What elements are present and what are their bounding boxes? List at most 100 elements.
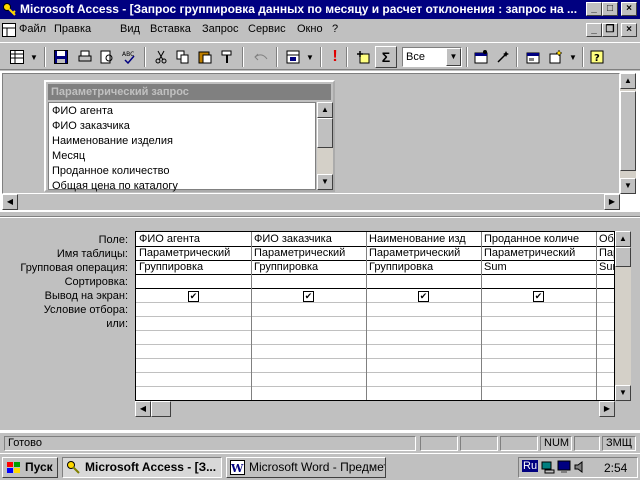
query-type-button[interactable] [282,46,304,68]
new-object-button[interactable] [545,46,567,68]
table-pane-horizontal-scrollbar[interactable]: ◀ ▶ [2,194,620,210]
status-lang: ЗМЩ [602,436,636,451]
menu-insert[interactable]: Вставка [150,23,191,35]
show-table-button[interactable] [352,46,374,68]
language-indicator[interactable]: Ru [522,460,539,472]
new-object-dropdown-arrow[interactable]: ▼ [567,46,579,68]
totals-button[interactable]: Σ [375,46,397,68]
design-grid[interactable]: ФИО агента Параметрический Группировка ✔… [135,231,615,401]
scroll-up-arrow[interactable]: ▲ [317,102,333,118]
field-list-scrollbar[interactable]: ▲ ▼ [317,102,333,190]
scroll-thumb[interactable] [151,401,171,417]
grid-cell-table[interactable]: Параметрический [367,247,480,259]
copy-button[interactable] [172,46,194,68]
grid-cell-table[interactable]: Пар [597,247,614,259]
grid-cell-total[interactable]: Группировка [252,261,365,273]
grid-cell-field[interactable]: ФИО агента [137,233,250,245]
properties-button[interactable] [470,46,492,68]
grid-cell-field[interactable]: Проданное количе [482,233,595,245]
toolbar-separator [582,47,584,67]
clock: 2:54 [604,461,628,475]
scroll-thumb[interactable] [620,91,636,171]
builder-button[interactable] [492,46,514,68]
show-checkbox[interactable]: ✔ [533,291,544,302]
scroll-thumb[interactable] [317,118,333,148]
show-checkbox[interactable]: ✔ [188,291,199,302]
list-item[interactable]: Наименование изделия [52,135,173,147]
view-button[interactable] [6,46,28,68]
cut-button[interactable] [150,46,172,68]
help-button[interactable]: ? [586,46,608,68]
scroll-left-arrow[interactable]: ◀ [2,194,18,210]
doc-minimize-button[interactable]: _ [586,23,602,37]
scroll-left-arrow[interactable]: ◀ [135,401,151,417]
grid-cell-field[interactable]: ФИО заказчика [252,233,365,245]
volume-icon[interactable] [573,460,587,474]
menu-view[interactable]: Вид [120,23,140,35]
pane-splitter[interactable] [0,211,640,217]
menu-help[interactable]: ? [332,23,338,35]
query-document-icon[interactable] [2,23,16,37]
scroll-down-arrow[interactable]: ▼ [620,178,636,194]
field-list-window[interactable]: Параметрический запрос ФИО агента ФИО за… [44,80,335,192]
list-item[interactable]: ФИО заказчика [52,120,130,132]
run-button[interactable]: ! [324,46,346,68]
scroll-down-arrow[interactable]: ▼ [615,385,631,401]
scroll-up-arrow[interactable]: ▲ [620,73,636,89]
menu-tools[interactable]: Сервис [248,23,286,35]
close-button[interactable]: × [621,2,637,16]
menu-window[interactable]: Окно [297,23,323,35]
scroll-thumb[interactable] [615,247,631,267]
show-checkbox[interactable]: ✔ [418,291,429,302]
grid-vertical-scrollbar[interactable]: ▲ ▼ [615,231,631,401]
menu-query[interactable]: Запрос [202,23,238,35]
list-item[interactable]: Общая цена по каталогу [52,180,178,192]
scroll-right-arrow[interactable]: ▶ [604,194,620,210]
format-painter-button[interactable] [216,46,238,68]
table-pane-vertical-scrollbar[interactable]: ▲ ▼ [620,73,636,194]
show-checkbox[interactable]: ✔ [303,291,314,302]
list-item[interactable]: Проданное количество [52,165,169,177]
doc-close-button[interactable]: × [621,23,637,37]
grid-horizontal-scrollbar[interactable]: ◀ ▶ [135,401,615,417]
top-values-dropdown-arrow[interactable]: ▼ [446,48,461,66]
network-icon[interactable] [541,460,555,474]
paste-button[interactable] [194,46,216,68]
grid-cell-total[interactable]: Группировка [367,261,480,273]
taskbar-item-word[interactable]: W Microsoft Word - Предмет... [226,457,386,478]
minimize-button[interactable]: _ [586,2,602,16]
grid-cell-table[interactable]: Параметрический [252,247,365,259]
field-list[interactable]: ФИО агента ФИО заказчика Наименование из… [48,102,316,192]
grid-cell-field[interactable]: Наименование изд [367,233,480,245]
scroll-up-arrow[interactable]: ▲ [615,231,631,247]
view-dropdown-arrow[interactable]: ▼ [28,46,40,68]
list-item[interactable]: Месяц [52,150,85,162]
menu-file[interactable]: Файл [19,23,46,35]
grid-cell-table[interactable]: Параметрический [482,247,595,259]
monitor-icon[interactable] [557,460,571,474]
start-button[interactable]: Пуск [2,457,58,478]
undo-button[interactable] [250,46,272,68]
menu-edit[interactable]: Правка [54,23,91,35]
list-item[interactable]: ФИО агента [52,105,113,117]
new-object-icon [549,50,563,64]
grid-cell-table[interactable]: Параметрический [137,247,250,259]
print-button[interactable] [74,46,96,68]
field-list-title[interactable]: Параметрический запрос [48,84,331,100]
print-preview-button[interactable] [96,46,118,68]
taskbar-item-access[interactable]: Microsoft Access - [З... [62,457,222,478]
top-values-combo[interactable]: Все ▼ [402,47,462,67]
database-window-button[interactable] [522,46,544,68]
scroll-right-arrow[interactable]: ▶ [599,401,615,417]
taskbar-item-label: Microsoft Access - [З... [85,460,217,474]
spelling-button[interactable]: ABC [118,46,140,68]
grid-cell-total[interactable]: Sum [482,261,595,273]
maximize-button[interactable]: □ [602,2,618,16]
scroll-down-arrow[interactable]: ▼ [317,174,333,190]
save-button[interactable] [50,46,72,68]
doc-restore-button[interactable]: ❐ [602,23,618,37]
grid-cell-total[interactable]: Группировка [137,261,250,273]
query-type-dropdown-arrow[interactable]: ▼ [304,46,316,68]
grid-cell-field[interactable]: Общ [597,233,614,245]
grid-cell-total[interactable]: Sum [597,261,614,273]
